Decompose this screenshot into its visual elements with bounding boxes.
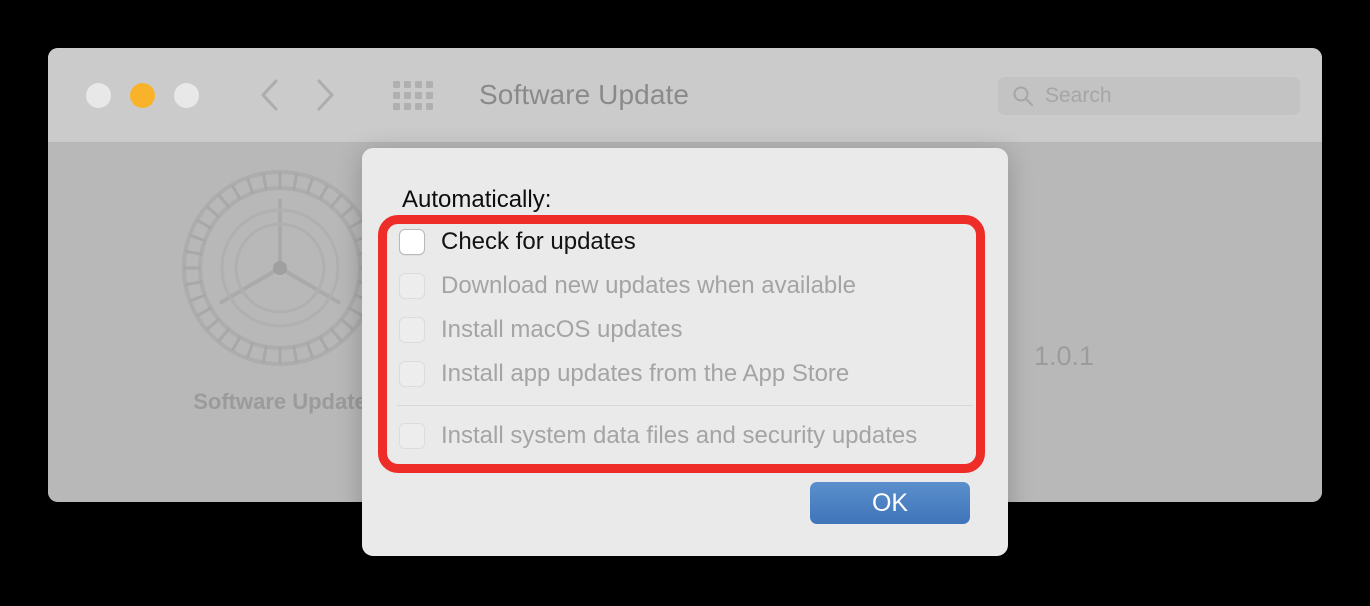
- checkbox-download-new-updates[interactable]: [399, 273, 425, 299]
- search-placeholder: Search: [1045, 84, 1112, 107]
- close-window-button[interactable]: [86, 82, 111, 108]
- checkbox-check-for-updates[interactable]: [399, 229, 425, 255]
- grid-view-icon[interactable]: [393, 80, 433, 110]
- checkbox-row-install-app-updates[interactable]: Install app updates from the App Store: [395, 352, 975, 396]
- ok-button[interactable]: OK: [810, 482, 970, 524]
- chevron-right-icon[interactable]: [312, 78, 338, 112]
- checkbox-row-download-new-updates[interactable]: Download new updates when available: [395, 264, 975, 308]
- minimize-window-button[interactable]: [130, 82, 155, 108]
- page-title: Software Update: [479, 79, 690, 110]
- version-label: 1.0.1: [1034, 341, 1095, 371]
- automatic-updates-sheet: Automatically: Check for updates Downloa…: [362, 148, 1008, 556]
- navigation-buttons: [257, 78, 338, 112]
- checkbox-install-macos-updates[interactable]: [399, 317, 425, 343]
- chevron-left-icon[interactable]: [257, 78, 283, 112]
- checkbox-label: Download new updates when available: [441, 272, 856, 299]
- search-input[interactable]: Search: [998, 77, 1300, 115]
- sheet-heading: Automatically:: [402, 186, 552, 213]
- window-titlebar: Software Update Search: [48, 48, 1322, 143]
- traffic-light-group: [86, 82, 199, 108]
- checkbox-row-install-macos-updates[interactable]: Install macOS updates: [395, 308, 975, 352]
- maximize-window-button[interactable]: [174, 82, 199, 108]
- checkbox-label: Install system data files and security u…: [441, 422, 918, 449]
- checkbox-label: Install app updates from the App Store: [441, 360, 850, 387]
- checkbox-row-check-for-updates[interactable]: Check for updates: [395, 220, 975, 264]
- checkbox-install-system-data-files[interactable]: [399, 423, 425, 449]
- automatic-update-checkbox-group: Check for updates Download new updates w…: [395, 220, 975, 458]
- checkbox-install-app-updates[interactable]: [399, 361, 425, 387]
- software-update-gear-icon: [175, 163, 385, 373]
- checkbox-row-install-system-data-files[interactable]: Install system data files and security u…: [395, 414, 975, 458]
- checkbox-label: Check for updates: [441, 228, 636, 255]
- divider: [397, 405, 973, 406]
- checkbox-label: Install macOS updates: [441, 316, 683, 343]
- search-icon: [1013, 86, 1033, 106]
